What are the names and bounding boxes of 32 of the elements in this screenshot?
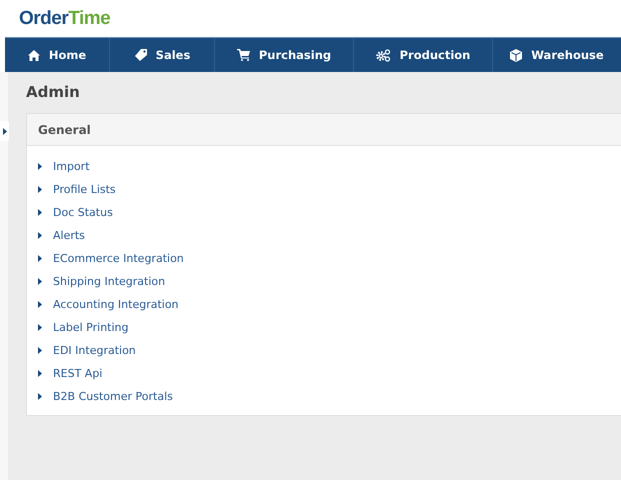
nav-tab[interactable]: Warehouse [493, 38, 621, 72]
caret-icon [38, 347, 42, 354]
page-title: Admin [26, 82, 81, 103]
admin-link[interactable]: Shipping Integration [53, 275, 166, 288]
admin-link[interactable]: REST Api [53, 367, 102, 380]
cart-icon [236, 49, 250, 61]
admin-link[interactable]: Import [53, 160, 90, 173]
cube-icon [510, 48, 522, 62]
caret-icon [38, 255, 42, 262]
caret-icon [38, 324, 42, 331]
caret-icon [38, 301, 42, 308]
caret-icon [38, 393, 42, 400]
tag-icon [134, 49, 147, 61]
panel-title: General [38, 122, 91, 136]
caret-icon [38, 232, 42, 239]
admin-link[interactable]: Accounting Integration [53, 298, 179, 311]
admin-link[interactable]: Alerts [53, 229, 85, 242]
admin-link[interactable]: Doc Status [53, 206, 113, 219]
admin-link[interactable]: Profile Lists [53, 183, 116, 196]
logo: OrderTime [19, 8, 110, 30]
caret-icon [38, 186, 42, 193]
admin-link[interactable]: B2B Customer Portals [53, 390, 173, 403]
home-icon [28, 50, 40, 60]
admin-link[interactable]: ECommerce Integration [53, 252, 184, 265]
caret-icon [38, 278, 42, 285]
caret-icon [38, 209, 42, 216]
admin-link[interactable]: EDI Integration [53, 344, 136, 357]
admin-link[interactable]: Label Printing [53, 321, 128, 334]
caret-icon [38, 163, 42, 170]
gears-icon [376, 48, 391, 62]
sidebar-toggle[interactable] [0, 121, 9, 141]
caret-icon [38, 370, 42, 377]
